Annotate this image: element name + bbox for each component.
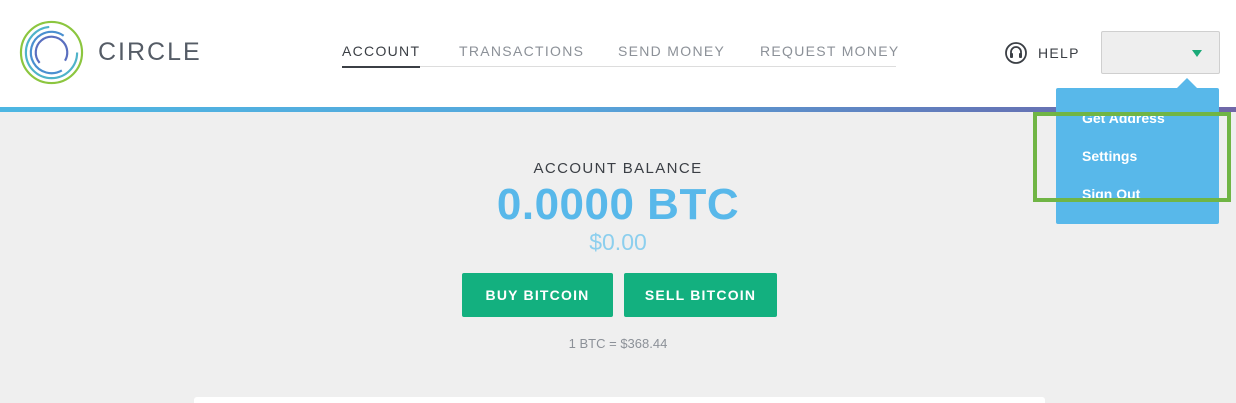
circle-logo[interactable]: CIRCLE bbox=[18, 19, 202, 86]
help-link[interactable]: HELP bbox=[1004, 41, 1080, 65]
account-balance-label: ACCOUNT BALANCE bbox=[533, 160, 703, 177]
account-menu-button[interactable] bbox=[1101, 31, 1220, 74]
exchange-rate: 1 BTC = $368.44 bbox=[568, 336, 668, 351]
main-nav: ACCOUNT TRANSACTIONS SEND MONEY REQUEST … bbox=[342, 42, 898, 68]
nav-tab-send-money[interactable]: SEND MONEY bbox=[618, 42, 725, 60]
balance-btc-amount: 0.0000 BTC bbox=[496, 180, 740, 229]
buy-bitcoin-button[interactable]: BUY BITCOIN bbox=[462, 273, 613, 317]
nav-divider bbox=[342, 66, 896, 67]
top-header: CIRCLE ACCOUNT TRANSACTIONS SEND MONEY R… bbox=[0, 0, 1236, 107]
headset-icon bbox=[1005, 42, 1027, 64]
help-label: HELP bbox=[1038, 45, 1080, 61]
nav-tab-transactions[interactable]: TRANSACTIONS bbox=[459, 42, 584, 60]
brand-name: CIRCLE bbox=[98, 38, 202, 66]
caret-down-icon bbox=[1192, 50, 1202, 57]
balance-usd-amount: $0.00 bbox=[589, 229, 647, 255]
circle-rings-logo-icon bbox=[19, 20, 84, 85]
sell-bitcoin-button[interactable]: SELL BITCOIN bbox=[624, 273, 777, 317]
nav-tab-request-money[interactable]: REQUEST MONEY bbox=[760, 42, 900, 60]
nav-tab-account[interactable]: ACCOUNT bbox=[342, 42, 421, 68]
content-card bbox=[194, 397, 1045, 403]
